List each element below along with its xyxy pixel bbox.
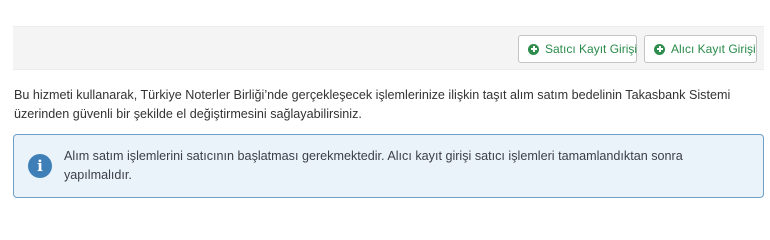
plus-circle-icon [654,43,665,55]
buyer-registration-label: Alıcı Kayıt Girişi [671,42,756,56]
info-icon: i [28,154,52,178]
action-toolbar: Satıcı Kayıt Girişi Alıcı Kayıt Girişi [13,26,764,70]
info-alert-text: Alım satım işlemlerini satıcının başlatm… [64,149,683,182]
info-alert: i Alım satım işlemlerini satıcının başla… [13,134,764,198]
service-description: Bu hizmeti kullanarak, Türkiye Noterler … [14,88,731,121]
seller-registration-button[interactable]: Satıcı Kayıt Girişi [518,35,637,63]
seller-registration-label: Satıcı Kayıt Girişi [545,42,638,56]
plus-circle-icon [528,43,539,55]
buyer-registration-button[interactable]: Alıcı Kayıt Girişi [644,35,757,63]
page: Satıcı Kayıt Girişi Alıcı Kayıt Girişi B… [0,0,770,225]
